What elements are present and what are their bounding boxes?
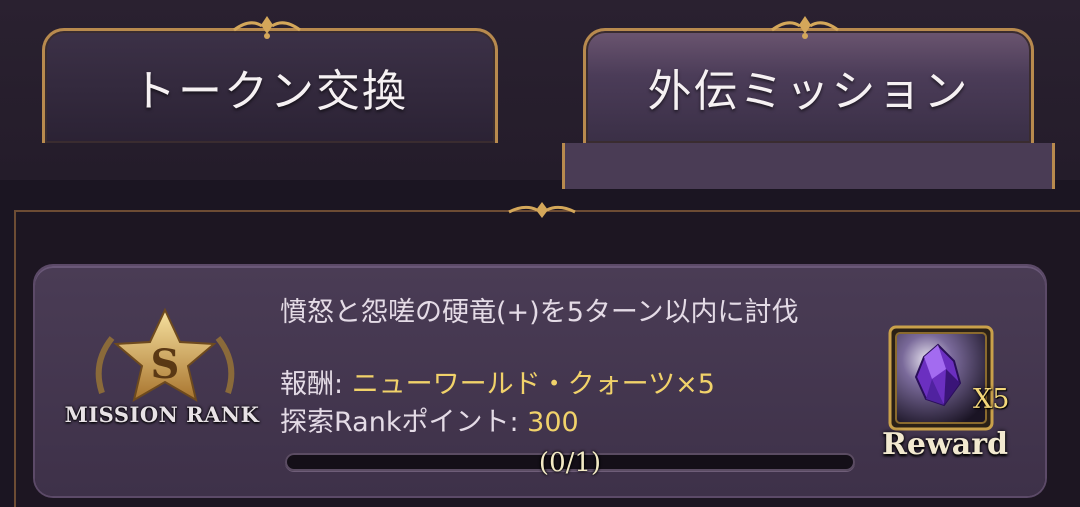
mission-rank-label: MISSION RANK bbox=[64, 402, 260, 427]
mission-rank-star-icon: S bbox=[95, 308, 235, 403]
rank-points-value: 300 bbox=[527, 407, 579, 438]
tab-token-exchange[interactable]: トークン交換 bbox=[42, 28, 498, 143]
rank-points-line: 探索Rankポイント: 300 bbox=[280, 400, 579, 439]
panel-ornament-icon bbox=[508, 202, 576, 218]
reward-value: ニューワールド・クォーツ×5 bbox=[351, 369, 715, 400]
purple-crystal-icon[interactable] bbox=[888, 325, 994, 431]
tab-label: トークン交換 bbox=[132, 66, 408, 117]
tab-label: 外伝ミッション bbox=[647, 66, 970, 117]
reward-prefix: 報酬: bbox=[280, 369, 352, 400]
tab-side-missions[interactable]: 外伝ミッション bbox=[562, 28, 1055, 189]
reward-label: Reward bbox=[881, 427, 1009, 462]
tab-ornament-icon bbox=[233, 16, 301, 39]
progress-text: (0/1) bbox=[538, 448, 602, 478]
reward-line: 報酬: ニューワールド・クォーツ×5 bbox=[280, 362, 715, 401]
rank-points-prefix: 探索Rankポイント: bbox=[280, 407, 528, 438]
tab-ornament-icon bbox=[771, 16, 839, 39]
reward-quantity: X5 bbox=[973, 384, 1010, 415]
mission-title: 憤怒と怨嗟の硬竜(+)を5ターン以内に討伐 bbox=[280, 297, 799, 328]
rank-letter: S bbox=[151, 341, 180, 388]
